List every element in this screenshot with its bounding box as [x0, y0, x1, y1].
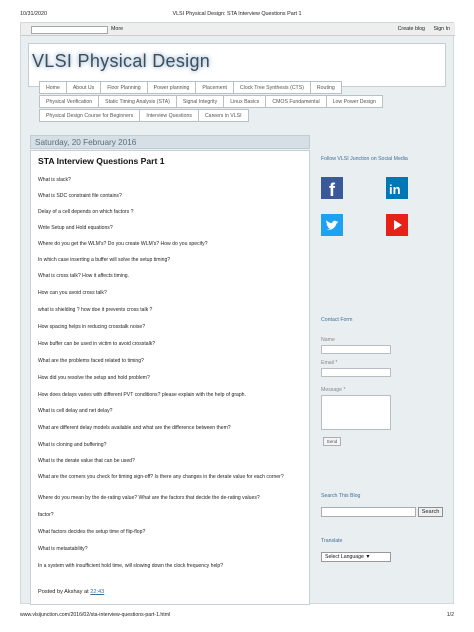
- post-timestamp-link[interactable]: 22:43: [90, 589, 104, 595]
- question-item: what is shielding ? how doe it prevents …: [38, 307, 153, 313]
- svg-text:in: in: [389, 182, 401, 197]
- follow-widget-title: Follow VLSI Junction on Social Media: [321, 156, 408, 162]
- question-item: What are the problems faced related to t…: [38, 358, 144, 364]
- question-item: What factors decides the setup time of f…: [38, 529, 146, 535]
- blog-post: STA Interview Questions Part 1 What is s…: [30, 150, 310, 605]
- question-item: How buffer can be used in victim to avoi…: [38, 341, 156, 347]
- facebook-icon[interactable]: f: [321, 177, 343, 199]
- tab-careers-in-vlsi[interactable]: Careers in VLSI: [197, 109, 249, 122]
- question-item: Where do you get the WLM's? Do you creat…: [38, 241, 208, 247]
- print-footer: www.vlsijunction.com/2016/02/sta-intervi…: [20, 612, 454, 620]
- tab-static-timing-analysis-sta[interactable]: Static Timing Analysis (STA): [98, 95, 177, 108]
- blogger-navbar: More Create blog Sign In: [21, 23, 455, 36]
- blog-search-input[interactable]: [321, 507, 416, 517]
- question-item: What is cell delay and net delay?: [38, 408, 113, 414]
- tab-floor-planning[interactable]: Floor Planning: [100, 81, 148, 94]
- tab-low-power-design[interactable]: Low Power Design: [325, 95, 383, 108]
- language-select-label: Select Language: [325, 554, 364, 560]
- message-textarea[interactable]: [321, 395, 391, 430]
- tab-row-3: Physical Design Course for Beginners Inte…: [39, 109, 249, 122]
- tab-row-1: Home About Us Floor Planning Power planning…: [39, 81, 342, 94]
- tab-about-us[interactable]: About Us: [65, 81, 102, 94]
- linkedin-icon[interactable]: in: [386, 177, 408, 199]
- language-select[interactable]: Select Language ▼: [321, 552, 391, 562]
- print-page-number: 1/2: [446, 612, 454, 618]
- search-widget-title: Search This Blog: [321, 493, 361, 499]
- question-item: Where do you mean by the de-rating value…: [38, 495, 260, 501]
- contact-form-title: Contact Form: [321, 317, 353, 323]
- question-item: What are different delay models availabl…: [38, 425, 231, 431]
- navbar-more-link[interactable]: More: [111, 26, 123, 32]
- tab-row-2: Physical Verification Static Timing Analy…: [39, 95, 383, 108]
- name-input[interactable]: [321, 345, 391, 354]
- tab-routing[interactable]: Routing: [309, 81, 342, 94]
- posted-by-label: Posted by Akshay at: [38, 589, 91, 595]
- message-label: Message *: [321, 387, 346, 393]
- question-item: What is metastability?: [38, 546, 88, 552]
- question-item: How does delays varies with different PV…: [38, 392, 246, 398]
- navbar-search-input[interactable]: [31, 26, 108, 34]
- tab-signal-integrity[interactable]: Signal Integrity: [175, 95, 225, 108]
- tab-power-planning[interactable]: Power planning: [146, 81, 197, 94]
- post-title[interactable]: STA Interview Questions Part 1: [38, 156, 165, 166]
- search-button[interactable]: Search: [418, 507, 443, 517]
- question-item: In a system with insufficient hold time,…: [38, 563, 224, 569]
- youtube-icon[interactable]: [386, 214, 408, 236]
- send-button[interactable]: Send: [323, 437, 341, 446]
- create-blog-link[interactable]: Create blog: [398, 26, 425, 32]
- question-item: How spacing helps in reducing crosstalk …: [38, 324, 146, 330]
- tab-clock-tree-synthesis-cts[interactable]: Clock Tree Synthesis (CTS): [232, 81, 311, 94]
- sign-in-link[interactable]: Sign In: [434, 26, 451, 32]
- question-item: Write Setup and Hold equations?: [38, 225, 113, 231]
- print-title: VLSI Physical Design: STA Interview Ques…: [172, 11, 302, 17]
- tab-placement[interactable]: Placement: [195, 81, 234, 94]
- question-item: What is cloning and buffering?: [38, 442, 107, 448]
- tab-interview-questions[interactable]: Interview Questions: [139, 109, 199, 122]
- post-date: Saturday, 20 February 2016: [35, 138, 137, 147]
- translate-widget-title: Translate: [321, 538, 343, 544]
- question-item: In which case inserting a buffer will so…: [38, 257, 171, 263]
- main-column: Saturday, 20 February 2016 STA Interview…: [30, 135, 310, 605]
- tab-physical-design-course-for-beginners[interactable]: Physical Design Course for Beginners: [39, 109, 141, 122]
- name-label: Name: [321, 337, 335, 343]
- blog-title[interactable]: VLSI Physical Design: [32, 51, 210, 72]
- tab-home[interactable]: Home: [39, 81, 67, 94]
- post-footer: Posted by Akshay at 22:43: [38, 589, 104, 595]
- question-item: What are the corners you check for timin…: [38, 474, 284, 480]
- email-label: Email *: [321, 360, 338, 366]
- email-input[interactable]: [321, 368, 391, 377]
- blog-page: More Create blog Sign In VLSI Physical D…: [20, 22, 455, 605]
- print-header: 10/31/2020 VLSI Physical Design: STA Int…: [20, 11, 454, 19]
- print-url: www.vlsijunction.com/2016/02/sta-intervi…: [20, 612, 171, 618]
- svg-text:f: f: [329, 180, 336, 199]
- question-item: What is the derate value that can be use…: [38, 458, 135, 464]
- tab-cmos-fundamental[interactable]: CMOS Fundamental: [265, 95, 327, 108]
- question-item: factor?: [38, 512, 54, 518]
- question-item: Delay of a cell depends on which factors…: [38, 209, 134, 215]
- question-item: How can you avoid cross talk?: [38, 290, 107, 296]
- question-item: How did you resolve the setup and hold p…: [38, 375, 150, 381]
- chevron-down-icon: ▼: [365, 554, 371, 560]
- tab-linux-basics[interactable]: Linux Basics: [223, 95, 267, 108]
- question-item: What is slack?: [38, 177, 71, 183]
- tab-physical-verification[interactable]: Physical Verification: [39, 95, 100, 108]
- question-item: What is SDC constraint file contains?: [38, 193, 122, 199]
- twitter-icon[interactable]: [321, 214, 343, 236]
- date-header: Saturday, 20 February 2016: [30, 135, 310, 149]
- question-item: What is cross talk? How it affects timin…: [38, 273, 130, 279]
